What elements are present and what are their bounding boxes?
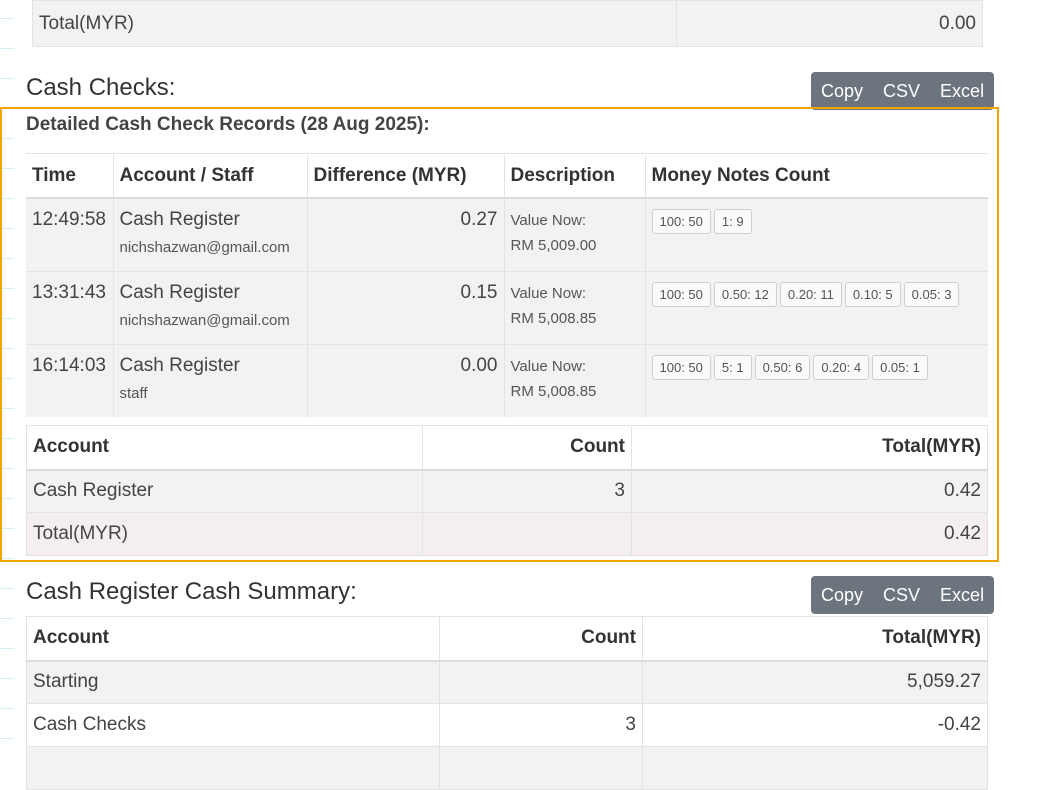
note-badge: 0.50: 6: [754, 354, 811, 380]
summary-total: 5,059.27: [642, 660, 988, 704]
value-now-label: Value Now:: [510, 284, 587, 302]
summary-account: [26, 746, 440, 790]
record-difference: 0.00: [307, 343, 505, 417]
col-total[interactable]: Total(MYR): [642, 616, 988, 662]
col-money-notes[interactable]: Money Notes Count: [645, 155, 988, 199]
cash-register-summary-table: Account Count Total(MYR) Starting 5,059.…: [26, 616, 988, 790]
summary-account: Cash Register: [26, 469, 423, 513]
value-now-amount: RM 5,009.00: [510, 237, 597, 254]
cash-register-summary-export-buttons: Copy CSV Excel: [811, 576, 995, 614]
note-badge: 0.10: 5: [844, 281, 901, 307]
record-account-cell: Cash Register nichshazwan@gmail.com: [113, 197, 308, 271]
summary-count: [439, 660, 643, 704]
record-time: 13:31:43: [26, 270, 114, 344]
cash-checks-title: Cash Checks:: [26, 74, 176, 101]
total-label: Total(MYR): [26, 512, 423, 556]
record-account: Cash Register: [119, 354, 240, 376]
cash-register-summary-title: Cash Register Cash Summary:: [26, 578, 357, 605]
summary-account: Cash Checks: [26, 703, 440, 747]
record-staff: nichshazwan@gmail.com: [119, 239, 290, 256]
record-staff: staff: [119, 384, 148, 402]
cash-check-records-subtitle: Detailed Cash Check Records (28 Aug 2025…: [26, 114, 430, 135]
record-account: Cash Register: [119, 281, 240, 303]
total-value: 0.42: [631, 512, 988, 556]
summary-count: [439, 746, 643, 790]
csv-button[interactable]: CSV: [873, 72, 930, 110]
total-count: [422, 512, 632, 556]
copy-button[interactable]: Copy: [811, 576, 873, 614]
record-staff: nichshazwan@gmail.com: [119, 311, 290, 329]
summary-total: [642, 746, 988, 790]
cash-check-records-table: Time Account / Staff Difference (MYR) De…: [26, 155, 988, 417]
summary-count: 3: [422, 469, 632, 513]
table-row: Total(MYR) 0.00: [32, 0, 983, 47]
table-row: 12:49:58 Cash Register nichshazwan@gmail…: [26, 197, 988, 271]
col-time[interactable]: Time: [26, 155, 114, 199]
record-account: Cash Register: [119, 209, 240, 230]
col-total[interactable]: Total(MYR): [631, 425, 988, 471]
record-time: 16:14:03: [26, 343, 114, 417]
record-time: 12:49:58: [26, 197, 114, 271]
table-header-row: Account Count Total(MYR): [26, 616, 988, 662]
summary-total: -0.42: [642, 703, 988, 747]
summary-count: 3: [439, 703, 643, 747]
col-count[interactable]: Count: [439, 616, 643, 662]
note-badge: 5: 1: [713, 354, 752, 380]
excel-button[interactable]: Excel: [930, 72, 994, 110]
note-badge: 1: 9: [713, 209, 752, 234]
table-row: Starting 5,059.27: [26, 660, 988, 704]
excel-button[interactable]: Excel: [930, 576, 994, 614]
col-description[interactable]: Description: [504, 155, 646, 199]
note-badge: 100: 50: [651, 209, 711, 234]
record-notes: 100: 50 1: 9: [645, 197, 988, 271]
note-badge: 0.20: 4: [813, 354, 870, 380]
col-account[interactable]: Account: [26, 616, 440, 662]
total-label: Total(MYR): [32, 0, 677, 47]
record-notes: 100: 50 5: 1 0.50: 6 0.20: 4 0.05: 1: [645, 343, 988, 417]
note-badge: 0.05: 1: [872, 354, 928, 380]
csv-button[interactable]: CSV: [873, 576, 930, 614]
col-count[interactable]: Count: [422, 425, 632, 471]
divider: [26, 153, 988, 154]
summary-total: 0.42: [631, 469, 988, 513]
record-account-cell: Cash Register staff: [113, 343, 308, 417]
value-now-amount: RM 5,008.85: [510, 382, 597, 400]
value-now-label: Value Now:: [510, 357, 587, 375]
record-description: Value Now: RM 5,009.00: [504, 197, 646, 271]
note-badge: 100: 50: [651, 281, 711, 307]
record-description: Value Now: RM 5,008.85: [504, 270, 646, 344]
summary-account: Starting: [26, 660, 440, 704]
record-difference: 0.15: [307, 270, 505, 344]
previous-total-table: Total(MYR) 0.00: [32, 0, 983, 47]
note-badge: 0.50: 12: [713, 281, 777, 307]
cash-check-summary-table: Account Count Total(MYR) Cash Register 3…: [26, 425, 988, 556]
record-difference: 0.27: [307, 197, 505, 271]
table-row: Cash Checks 3 -0.42: [26, 703, 988, 747]
record-account-cell: Cash Register nichshazwan@gmail.com: [113, 270, 308, 344]
col-difference[interactable]: Difference (MYR): [307, 155, 505, 199]
cash-checks-export-buttons: Copy CSV Excel: [811, 72, 995, 110]
table-row: 16:14:03 Cash Register staff 0.00 Value …: [26, 343, 988, 417]
copy-button[interactable]: Copy: [811, 72, 873, 110]
note-badge: 100: 50: [651, 354, 711, 380]
record-notes: 100: 50 0.50: 12 0.20: 11 0.10: 5 0.05: 3: [645, 270, 988, 344]
col-account[interactable]: Account: [26, 425, 423, 471]
total-row: Total(MYR) 0.42: [26, 512, 988, 556]
table-row: Cash Register 3 0.42: [26, 469, 988, 513]
value-now-amount: RM 5,008.85: [510, 309, 597, 327]
note-badge: 0.20: 11: [779, 281, 842, 307]
value-now-label: Value Now:: [510, 212, 587, 229]
note-badge: 0.05: 3: [903, 281, 960, 307]
table-header-row: Account Count Total(MYR): [26, 425, 988, 471]
table-row: [26, 746, 988, 790]
record-description: Value Now: RM 5,008.85: [504, 343, 646, 417]
table-header-row: Time Account / Staff Difference (MYR) De…: [26, 155, 988, 199]
table-row: 13:31:43 Cash Register nichshazwan@gmail…: [26, 270, 988, 344]
total-value: 0.00: [676, 0, 983, 47]
col-account-staff[interactable]: Account / Staff: [113, 155, 308, 199]
